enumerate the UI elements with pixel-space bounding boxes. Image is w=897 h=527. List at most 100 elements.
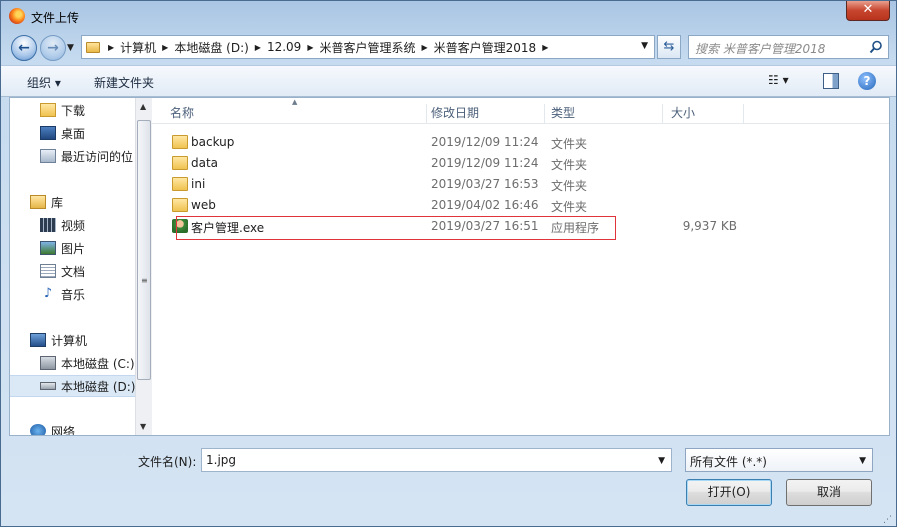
chevron-down-icon[interactable]: ▼ bbox=[658, 456, 665, 466]
breadcrumb-folder-1209[interactable]: 12.09 bbox=[267, 40, 301, 54]
nav-item-computer[interactable]: 计算机 bbox=[10, 329, 141, 351]
nav-item-downloads[interactable]: 下载 bbox=[10, 99, 141, 121]
file-row[interactable]: ini 2019/03/27 16:53 文件夹 bbox=[152, 174, 752, 195]
back-button[interactable]: ← bbox=[11, 35, 37, 61]
cancel-button[interactable]: 取消 bbox=[786, 479, 872, 506]
file-date: 2019/04/02 16:46 bbox=[431, 198, 539, 212]
nav-item-label: 音乐 bbox=[61, 287, 86, 302]
breadcrumb-folder-system[interactable]: 米普客户管理系统 bbox=[319, 39, 415, 56]
file-date: 2019/12/09 11:24 bbox=[431, 135, 539, 149]
forward-button[interactable]: → bbox=[40, 35, 66, 61]
music-icon: ♪ bbox=[43, 286, 53, 301]
dialog-footer: 文件名(N): 1.jpg ▼ 所有文件 (*.*) ▼ 打开(O) 取消 ⋰ bbox=[1, 441, 896, 527]
downloads-icon bbox=[40, 103, 56, 117]
open-button[interactable]: 打开(O) bbox=[686, 479, 772, 506]
nav-item-label: 网络 bbox=[51, 424, 76, 436]
documents-icon bbox=[40, 264, 56, 278]
breadcrumb-separator-icon[interactable]: ▶ bbox=[255, 43, 261, 52]
nav-item-label: 视频 bbox=[61, 218, 86, 233]
scroll-down-arrow-icon[interactable]: ▼ bbox=[140, 422, 146, 431]
nav-item-recent-places[interactable]: 最近访问的位 bbox=[10, 145, 141, 167]
chevron-down-icon: ▾ bbox=[782, 73, 789, 87]
nav-item-label: 最近访问的位 bbox=[61, 149, 134, 164]
breadcrumb-separator-icon[interactable]: ▶ bbox=[162, 43, 168, 52]
scrollbar-thumb[interactable]: ≡ bbox=[137, 120, 151, 380]
nav-item-label: 本地磁盘 (D:) bbox=[61, 379, 136, 394]
file-row[interactable]: data 2019/12/09 11:24 文件夹 bbox=[152, 153, 752, 174]
file-type: 文件夹 bbox=[551, 158, 588, 172]
breadcrumb-separator-icon[interactable]: ▶ bbox=[307, 43, 313, 52]
search-placeholder: 搜索 米普客户管理2018 bbox=[695, 42, 826, 56]
filetype-value: 所有文件 (*.*) bbox=[690, 455, 767, 469]
nav-item-drive-d[interactable]: 本地磁盘 (D:) bbox=[10, 375, 141, 397]
file-row[interactable]: web 2019/04/02 16:46 文件夹 bbox=[152, 195, 752, 216]
file-size: 9,937 KB bbox=[682, 219, 737, 233]
breadcrumb-computer[interactable]: 计算机 bbox=[120, 39, 156, 56]
nav-item-documents[interactable]: 文档 bbox=[10, 260, 141, 282]
resize-grip-icon[interactable]: ⋰ bbox=[883, 515, 892, 525]
help-button[interactable]: ? bbox=[858, 72, 876, 90]
file-dialog-window: 文件上传 ✕ ← → ▼ ▶ 计算机 ▶ 本地磁盘 (D:) ▶ 12.09 ▶… bbox=[0, 0, 897, 527]
navigation-pane: 下载 桌面 最近访问的位 库 视频 图片 文档 ♪ 音乐 计算机 本地磁盘 (C… bbox=[10, 98, 141, 435]
nav-scrollbar[interactable]: ▲ ≡ ▼ bbox=[135, 98, 152, 435]
nav-item-label: 图片 bbox=[61, 241, 86, 256]
annotation-highlight-box bbox=[176, 216, 616, 240]
file-type: 文件夹 bbox=[551, 179, 588, 193]
breadcrumb-folder-current[interactable]: 米普客户管理2018 bbox=[434, 39, 537, 56]
breadcrumb-separator-icon[interactable]: ▶ bbox=[542, 43, 548, 52]
file-date: 2019/03/27 16:53 bbox=[431, 177, 539, 191]
folder-icon bbox=[172, 198, 188, 212]
file-name: ini bbox=[191, 177, 206, 191]
file-row[interactable]: backup 2019/12/09 11:24 文件夹 bbox=[152, 132, 752, 153]
drive-c-icon bbox=[40, 356, 56, 370]
chevron-down-icon[interactable]: ▼ bbox=[859, 456, 866, 466]
address-history-dropdown-icon[interactable]: ▼ bbox=[641, 41, 648, 51]
nav-item-desktop[interactable]: 桌面 bbox=[10, 122, 141, 144]
library-icon bbox=[30, 195, 46, 209]
nav-item-label: 下载 bbox=[61, 103, 86, 118]
search-input[interactable]: 搜索 米普客户管理2018 bbox=[688, 35, 889, 59]
nav-item-library[interactable]: 库 bbox=[10, 191, 141, 213]
column-headers: ▲ 名称 修改日期 类型 大小 bbox=[152, 98, 889, 124]
nav-item-music[interactable]: ♪ 音乐 bbox=[10, 283, 141, 305]
search-icon[interactable] bbox=[869, 40, 883, 54]
file-name: data bbox=[191, 156, 219, 170]
address-bar[interactable]: ▶ 计算机 ▶ 本地磁盘 (D:) ▶ 12.09 ▶ 米普客户管理系统 ▶ 米… bbox=[81, 35, 655, 59]
filename-input[interactable]: 1.jpg ▼ bbox=[201, 448, 672, 472]
file-list-pane: ▲ 名称 修改日期 类型 大小 backup 2019/12/09 11:24 … bbox=[152, 98, 889, 435]
filename-value: 1.jpg bbox=[206, 453, 237, 467]
breadcrumb-separator-icon[interactable]: ▶ bbox=[108, 43, 114, 52]
drive-d-icon bbox=[40, 382, 56, 390]
scroll-up-arrow-icon[interactable]: ▲ bbox=[140, 102, 146, 111]
recent-places-icon bbox=[40, 149, 56, 163]
command-toolbar: 组织 ▾ 新建文件夹 ☷ ▾ ? bbox=[1, 65, 896, 97]
firefox-icon bbox=[9, 8, 25, 24]
address-row: ← → ▼ ▶ 计算机 ▶ 本地磁盘 (D:) ▶ 12.09 ▶ 米普客户管理… bbox=[1, 33, 896, 61]
folder-icon bbox=[172, 135, 188, 149]
refresh-button[interactable]: ⇆ bbox=[657, 35, 681, 59]
nav-item-pictures[interactable]: 图片 bbox=[10, 237, 141, 259]
column-header-name[interactable]: 名称 bbox=[170, 104, 427, 124]
change-view-button[interactable]: ☷ ▾ bbox=[768, 73, 808, 91]
column-header-size[interactable]: 大小 bbox=[671, 104, 744, 124]
view-list-icon: ☷ bbox=[768, 73, 779, 87]
folder-icon bbox=[172, 156, 188, 170]
breadcrumb-separator-icon[interactable]: ▶ bbox=[421, 43, 427, 52]
column-header-type[interactable]: 类型 bbox=[551, 104, 663, 124]
new-folder-button[interactable]: 新建文件夹 bbox=[94, 74, 154, 91]
organize-button[interactable]: 组织 ▾ bbox=[27, 74, 61, 91]
close-button[interactable]: ✕ bbox=[846, 1, 890, 21]
column-header-date[interactable]: 修改日期 bbox=[431, 104, 545, 124]
nav-item-label: 库 bbox=[51, 195, 64, 210]
file-type: 文件夹 bbox=[551, 137, 588, 151]
breadcrumb-drive-d[interactable]: 本地磁盘 (D:) bbox=[174, 39, 248, 56]
filetype-select[interactable]: 所有文件 (*.*) ▼ bbox=[685, 448, 873, 472]
file-name: backup bbox=[191, 135, 235, 149]
nav-item-drive-c[interactable]: 本地磁盘 (C:) bbox=[10, 352, 141, 374]
folder-icon bbox=[86, 41, 100, 53]
preview-pane-button[interactable] bbox=[823, 73, 839, 89]
recent-pages-dropdown-icon[interactable]: ▼ bbox=[67, 43, 77, 53]
nav-item-videos[interactable]: 视频 bbox=[10, 214, 141, 236]
nav-item-label: 桌面 bbox=[61, 126, 86, 141]
nav-item-network[interactable]: 网络 bbox=[10, 420, 141, 435]
